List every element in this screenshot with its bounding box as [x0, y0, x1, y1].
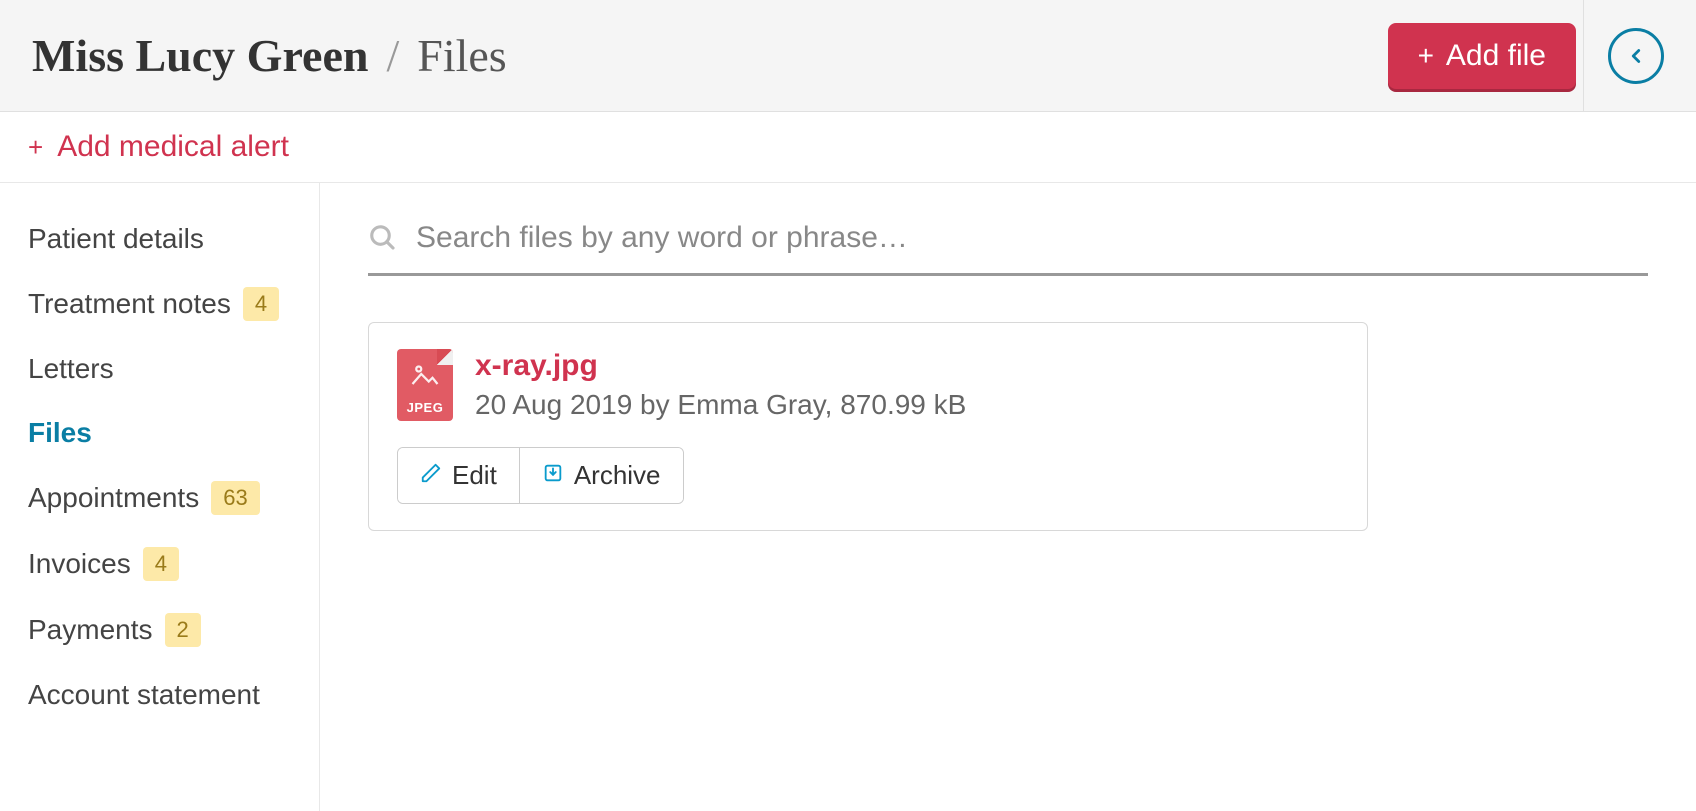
file-name-link[interactable]: x-ray.jpg [475, 349, 966, 383]
sidebar-item-label: Patient details [28, 223, 204, 255]
edit-file-button[interactable]: Edit [398, 448, 519, 503]
count-badge: 4 [143, 547, 179, 581]
breadcrumb-separator: / [386, 29, 399, 82]
archive-icon [542, 460, 564, 491]
file-card: JPEG x-ray.jpg 20 Aug 2019 by Emma Gray,… [368, 322, 1368, 531]
sidebar-item-label: Files [28, 417, 92, 449]
add-file-label: Add file [1446, 39, 1546, 73]
sidebar-item-label: Payments [28, 614, 153, 646]
plus-icon: + [28, 132, 43, 163]
sidebar-item-files[interactable]: Files [0, 401, 319, 465]
search-input[interactable] [416, 221, 1648, 255]
sidebar-item-account-statement[interactable]: Account statement [0, 663, 319, 727]
sidebar-item-treatment-notes[interactable]: Treatment notes 4 [0, 271, 319, 337]
sidebar-item-payments[interactable]: Payments 2 [0, 597, 319, 663]
sidebar-item-label: Letters [28, 353, 114, 385]
sidebar-item-label: Appointments [28, 482, 199, 514]
sidebar-item-invoices[interactable]: Invoices 4 [0, 531, 319, 597]
file-header: JPEG x-ray.jpg 20 Aug 2019 by Emma Gray,… [397, 349, 1339, 421]
header-divider [1583, 0, 1584, 111]
file-actions: Edit Archive [397, 447, 684, 504]
breadcrumb: Miss Lucy Green / Files [32, 29, 507, 82]
sidebar-item-patient-details[interactable]: Patient details [0, 207, 319, 271]
sidebar-item-label: Account statement [28, 679, 260, 711]
sidebar-item-label: Invoices [28, 548, 131, 580]
file-meta-text: 20 Aug 2019 by Emma Gray, 870.99 kB [475, 389, 966, 421]
file-type-icon: JPEG [397, 349, 453, 421]
medical-alert-bar: + Add medical alert [0, 112, 1696, 183]
count-badge: 2 [165, 613, 201, 647]
files-panel: JPEG x-ray.jpg 20 Aug 2019 by Emma Gray,… [320, 183, 1696, 811]
sidebar-item-label: Treatment notes [28, 288, 231, 320]
header-actions: + Add file [1388, 23, 1664, 89]
plus-icon: + [1418, 40, 1434, 72]
pencil-icon [420, 460, 442, 491]
chevron-left-icon [1625, 45, 1647, 67]
add-medical-alert-label: Add medical alert [57, 130, 289, 164]
file-meta: x-ray.jpg 20 Aug 2019 by Emma Gray, 870.… [475, 349, 966, 421]
add-file-button[interactable]: + Add file [1388, 23, 1576, 89]
collapse-panel-button[interactable] [1608, 28, 1664, 84]
patient-sidebar-nav: Patient details Treatment notes 4 Letter… [0, 183, 320, 811]
search-icon [368, 223, 398, 253]
count-badge: 63 [211, 481, 259, 515]
breadcrumb-section: Files [417, 29, 506, 82]
archive-file-button[interactable]: Archive [519, 448, 683, 503]
image-icon [410, 361, 440, 392]
add-medical-alert-button[interactable]: + Add medical alert [28, 130, 289, 164]
file-extension: JPEG [407, 400, 444, 415]
page-header: Miss Lucy Green / Files + Add file [0, 0, 1696, 112]
breadcrumb-patient[interactable]: Miss Lucy Green [32, 29, 368, 82]
count-badge: 4 [243, 287, 279, 321]
archive-button-label: Archive [574, 460, 661, 491]
sidebar-item-appointments[interactable]: Appointments 63 [0, 465, 319, 531]
edit-button-label: Edit [452, 460, 497, 491]
search-row [368, 213, 1648, 276]
page-body: Patient details Treatment notes 4 Letter… [0, 183, 1696, 811]
sidebar-item-letters[interactable]: Letters [0, 337, 319, 401]
